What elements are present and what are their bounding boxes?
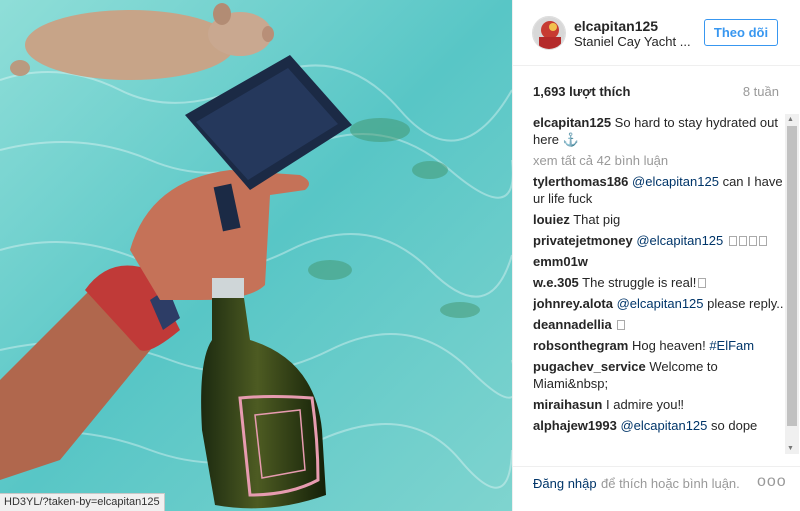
- comment-row: robsonthegram Hog heaven! #ElFam: [533, 337, 785, 354]
- comment-text: I admire you‼: [605, 397, 685, 412]
- login-prompt-text: để thích hoặc bình luận.: [601, 476, 740, 491]
- scroll-up-icon[interactable]: ▲: [787, 116, 794, 123]
- status-url: HD3YL/?taken-by=elcapitan125: [0, 493, 165, 511]
- comment-row: pugachev_service Welcome to Miami&nbsp;: [533, 358, 785, 392]
- comment-user[interactable]: emm01w: [533, 254, 588, 269]
- comment-user[interactable]: alphajew1993: [533, 418, 617, 433]
- emoji-glyph-icon: [617, 320, 626, 330]
- follow-button[interactable]: Theo dõi: [704, 19, 778, 46]
- comment-user[interactable]: louiez: [533, 212, 570, 227]
- comment-text: please reply..: [707, 296, 784, 311]
- login-link[interactable]: Đăng nhập: [533, 476, 597, 491]
- comments-scrollbar[interactable]: ▲ ▼: [785, 114, 799, 454]
- photo-illustration: [0, 0, 512, 511]
- scroll-down-icon[interactable]: ▼: [787, 445, 794, 452]
- comment-user[interactable]: johnrey.alota: [533, 296, 613, 311]
- more-options-icon[interactable]: ooo: [757, 473, 787, 491]
- avatar-image: [533, 17, 565, 49]
- comment-user[interactable]: deannadellia: [533, 317, 612, 332]
- comments-list: elcapitan125 So hard to stay hydrated ou…: [533, 114, 785, 454]
- comment-row: miraihasun I admire you‼: [533, 396, 785, 413]
- avatar[interactable]: [532, 16, 566, 50]
- comment-row: deannadellia: [533, 316, 785, 333]
- comment-row: johnrey.alota @elcapitan125 please reply…: [533, 295, 785, 312]
- post-username[interactable]: elcapitan125: [574, 18, 658, 34]
- post-sidebar: elcapitan125 Staniel Cay Yacht ... Theo …: [512, 0, 800, 511]
- post-header: elcapitan125 Staniel Cay Yacht ... Theo …: [513, 0, 800, 66]
- comment-text: The struggle is real!: [582, 275, 697, 290]
- view-all-comments-link[interactable]: xem tất cả 42 bình luận: [533, 152, 785, 169]
- comment-text: so dope: [711, 418, 758, 433]
- comment-mention[interactable]: @elcapitan125: [620, 418, 707, 433]
- comment-text: That pig: [573, 212, 621, 227]
- comment-row: tylerthomas186 @elcapitan125 can I have …: [533, 173, 785, 207]
- post-stats: 1,693 lượt thích 8 tuần: [533, 82, 779, 100]
- emoji-glyph-icon: [698, 278, 707, 288]
- scrollbar-thumb[interactable]: [787, 126, 797, 426]
- comment-hashtag[interactable]: #ElFam: [709, 338, 754, 353]
- emoji-glyph-icon: [738, 236, 747, 246]
- comment-row: w.e.305 The struggle is real!: [533, 274, 785, 291]
- post-location[interactable]: Staniel Cay Yacht ...: [574, 34, 691, 49]
- caption: elcapitan125 So hard to stay hydrated ou…: [533, 114, 785, 148]
- comment-row: alphajew1993 @elcapitan125 so dope: [533, 417, 785, 434]
- comment-user[interactable]: privatejetmoney: [533, 233, 633, 248]
- comment-mention[interactable]: @elcapitan125: [617, 296, 704, 311]
- comment-user[interactable]: w.e.305: [533, 275, 579, 290]
- likes-count[interactable]: 1,693 lượt thích: [533, 84, 630, 99]
- comment-row: emm01w: [533, 253, 785, 270]
- post-photo[interactable]: HD3YL/?taken-by=elcapitan125: [0, 0, 512, 511]
- comment-user[interactable]: pugachev_service: [533, 359, 646, 374]
- emoji-glyph-icon: [748, 236, 757, 246]
- comment-text: Hog heaven!: [631, 338, 706, 353]
- comment-user[interactable]: tylerthomas186: [533, 174, 628, 189]
- comment-user[interactable]: miraihasun: [533, 397, 602, 412]
- post-time[interactable]: 8 tuần: [743, 84, 779, 99]
- comment-user[interactable]: elcapitan125: [533, 115, 611, 130]
- comment-row: privatejetmoney @elcapitan125: [533, 232, 785, 249]
- comment-user[interactable]: robsonthegram: [533, 338, 628, 353]
- emoji-glyph-icon: [758, 236, 767, 246]
- post-footer: Đăng nhập để thích hoặc bình luận. ooo: [513, 466, 800, 511]
- emoji-glyph-icon: [728, 236, 737, 246]
- comment-mention[interactable]: @elcapitan125: [632, 174, 719, 189]
- comment-mention[interactable]: @elcapitan125: [636, 233, 723, 248]
- comment-row: louiez That pig: [533, 211, 785, 228]
